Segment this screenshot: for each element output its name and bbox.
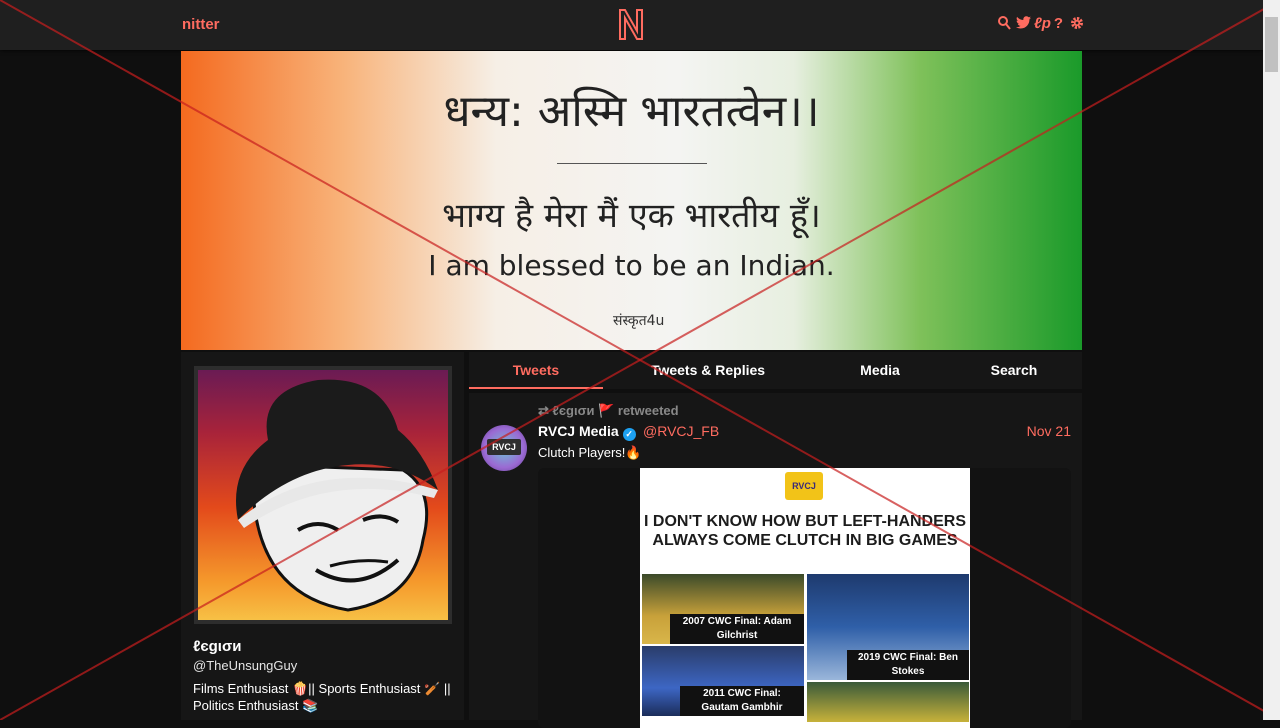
profile-fullname[interactable]: ℓєgισи: [193, 638, 241, 655]
media-logo: RVCJ: [785, 472, 823, 500]
search-icon[interactable]: [998, 16, 1011, 32]
caption-gambhir: 2011 CWC Final: Gautam Gambhir: [680, 686, 804, 716]
top-navbar: nitter ℓp ?: [0, 0, 1263, 50]
verified-badge-icon: ✓: [622, 428, 636, 441]
caption-gilchrist: 2007 CWC Final: Adam Gilchrist: [670, 614, 804, 644]
nitter-logo-icon[interactable]: [617, 7, 645, 41]
tweet-text: Clutch Players!🔥: [538, 445, 642, 460]
photo-stokes: 2019 CWC Final: Ben Stokes: [807, 574, 969, 680]
tweet-date[interactable]: Nov 21: [1027, 423, 1071, 439]
nitter-home-link[interactable]: nitter: [182, 16, 220, 33]
rss-icon[interactable]: ℓp: [1034, 16, 1051, 32]
timeline-tabs: Tweets Tweets & Replies Media Search: [469, 352, 1082, 389]
media-headline: I DON'T KNOW HOW BUT LEFT-HANDERS ALWAYS…: [644, 513, 966, 549]
nav-icons: ℓp ?: [998, 16, 1083, 32]
profile-username[interactable]: @TheUnsungGuy: [193, 658, 297, 673]
scrollbar-thumb[interactable]: [1265, 17, 1278, 72]
photo-gambhir: 2011 CWC Final: Gautam Gambhir: [642, 646, 804, 716]
tweet-avatar[interactable]: RVCJ: [481, 425, 527, 471]
banner-hindi-line: भाग्य है मेरा मैं एक भारतीय हूँ।: [442, 196, 821, 236]
retweet-header: ⇄ ℓєgισи 🚩 retweeted: [538, 403, 679, 419]
retweet-icon: ⇄: [538, 403, 553, 418]
tab-tweets-replies[interactable]: Tweets & Replies: [631, 352, 785, 389]
tweet-image[interactable]: RVCJ I DON'T KNOW HOW BUT LEFT-HANDERS A…: [640, 468, 970, 728]
retweet-text[interactable]: ℓєgισи 🚩 retweeted: [553, 403, 679, 418]
help-icon[interactable]: ?: [1052, 16, 1065, 32]
profile-card: ℓєgισи @TheUnsungGuy Films Enthusiast 🍿|…: [181, 352, 464, 720]
tweet-avatar-label: RVCJ: [487, 439, 521, 455]
photo-gilchrist: 2007 CWC Final: Adam Gilchrist: [642, 574, 804, 644]
banner-sanskrit-line: धन्य: अस्मि भारतत्वेन।।: [443, 86, 820, 137]
banner-signature: संस्कृत4u: [613, 313, 665, 329]
photo-fourth: [807, 682, 969, 722]
tab-tweets[interactable]: Tweets: [469, 352, 603, 389]
settings-gear-icon[interactable]: [1070, 16, 1083, 32]
tab-search[interactable]: Search: [974, 352, 1054, 389]
scroll-up-arrow-icon[interactable]: [1263, 0, 1280, 17]
tweet-author-name-text: RVCJ Media: [538, 423, 619, 439]
profile-avatar[interactable]: [194, 366, 452, 624]
timeline: ⇄ ℓєgισи 🚩 retweeted RVCJ RVCJ Media ✓ @R…: [469, 393, 1082, 728]
tab-media[interactable]: Media: [841, 352, 919, 389]
banner-divider: [557, 163, 707, 164]
profile-bio: Films Enthusiast 🍿|| Sports Enthusiast 🏏…: [193, 681, 451, 713]
profile-banner[interactable]: धन्य: अस्मि भारतत्वेन।। भाग्य है मेरा मै…: [181, 51, 1082, 350]
banner-english-line: I am blessed to be an Indian.: [428, 249, 835, 282]
caption-stokes: 2019 CWC Final: Ben Stokes: [847, 650, 969, 680]
twitter-bird-icon[interactable]: [1016, 16, 1031, 32]
vertical-scrollbar[interactable]: [1263, 0, 1280, 720]
tweet-author-name[interactable]: RVCJ Media ✓: [538, 423, 636, 441]
tweet-author-handle[interactable]: @RVCJ_FB: [643, 423, 719, 439]
